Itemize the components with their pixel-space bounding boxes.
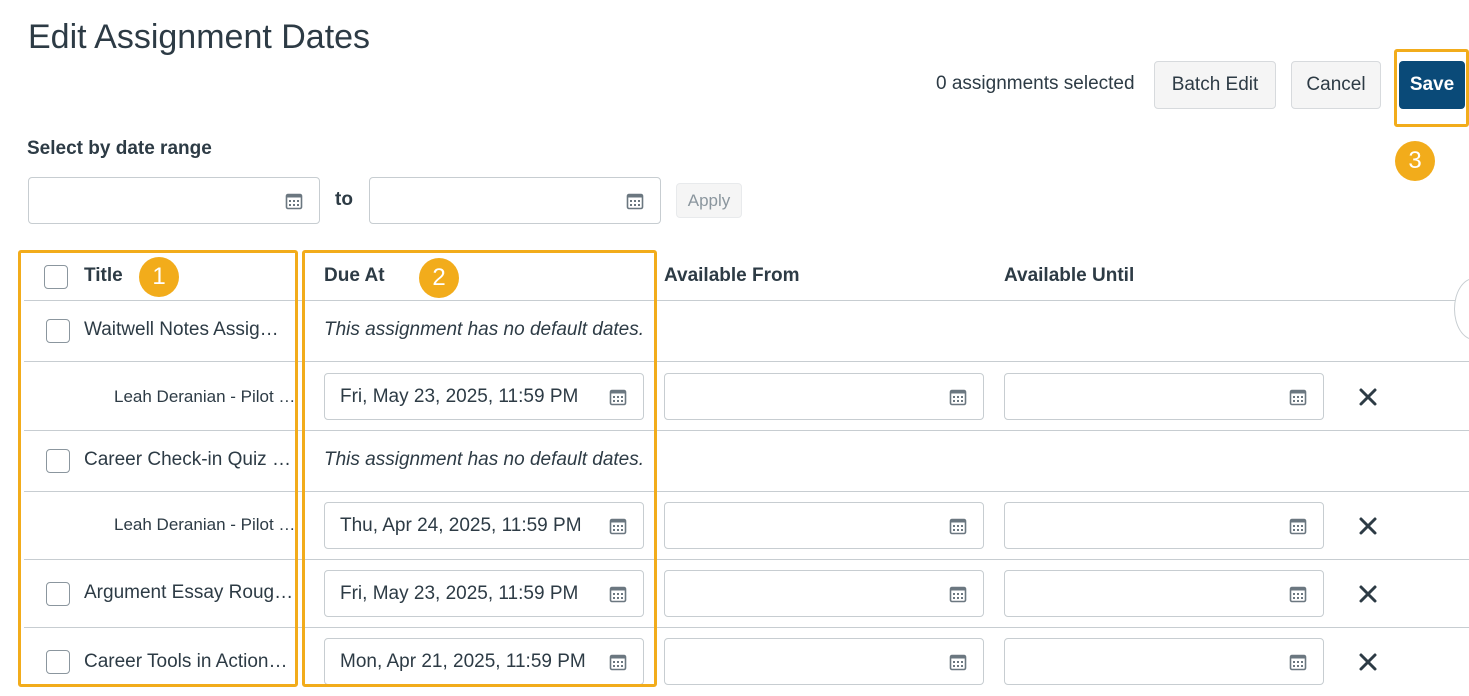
available-until-input[interactable] [1004, 373, 1324, 420]
due-at-value: Mon, Apr 21, 2025, 11:59 PM [340, 650, 586, 672]
select-all-checkbox[interactable] [44, 265, 68, 289]
close-icon[interactable] [1358, 584, 1378, 604]
assignment-title: Waitwell Notes Assig… [84, 319, 279, 340]
row-divider [24, 430, 1469, 431]
to-label: to [335, 189, 353, 210]
due-at-input[interactable]: Fri, May 23, 2025, 11:59 PM [324, 373, 644, 420]
due-at-value: Fri, May 23, 2025, 11:59 PM [340, 582, 579, 604]
close-icon[interactable] [1358, 652, 1378, 672]
step-badge-2: 2 [419, 258, 459, 298]
calendar-icon[interactable] [285, 192, 303, 210]
due-at-value: Thu, Apr 24, 2025, 11:59 PM [340, 514, 582, 536]
calendar-icon[interactable] [1289, 388, 1307, 406]
assignment-title: Career Check-in Quiz … [84, 449, 291, 470]
column-header-title[interactable]: Title [84, 265, 123, 287]
no-default-dates-note: This assignment has no default dates. [324, 319, 645, 340]
range-start-input[interactable] [28, 177, 320, 224]
row-divider [24, 627, 1469, 628]
available-from-input[interactable] [664, 570, 984, 617]
due-at-input[interactable]: Thu, Apr 24, 2025, 11:59 PM [324, 502, 644, 549]
calendar-icon[interactable] [949, 653, 967, 671]
due-at-input[interactable]: Mon, Apr 21, 2025, 11:59 PM [324, 638, 644, 685]
row-divider [24, 559, 1469, 560]
cancel-button[interactable]: Cancel [1291, 61, 1381, 109]
row-checkbox[interactable] [46, 582, 70, 606]
row-checkbox[interactable] [46, 449, 70, 473]
close-icon[interactable] [1358, 387, 1378, 407]
calendar-icon[interactable] [949, 585, 967, 603]
save-button[interactable]: Save [1399, 61, 1465, 109]
available-until-input[interactable] [1004, 638, 1324, 685]
available-until-input[interactable] [1004, 502, 1324, 549]
step-badge-1: 1 [139, 257, 179, 297]
override-title: Leah Deranian - Pilot … [114, 387, 296, 406]
calendar-icon[interactable] [609, 517, 627, 535]
apply-button[interactable]: Apply [676, 183, 742, 218]
batch-edit-button[interactable]: Batch Edit [1154, 61, 1276, 109]
calendar-icon[interactable] [1289, 585, 1307, 603]
page-title: Edit Assignment Dates [28, 18, 371, 56]
calendar-icon[interactable] [609, 653, 627, 671]
available-from-input[interactable] [664, 638, 984, 685]
assignment-title: Career Tools in Action… [84, 651, 288, 672]
calendar-icon[interactable] [609, 585, 627, 603]
row-checkbox[interactable] [46, 650, 70, 674]
due-at-input[interactable]: Fri, May 23, 2025, 11:59 PM [324, 570, 644, 617]
calendar-icon[interactable] [1289, 517, 1307, 535]
side-panel-toggle[interactable] [1454, 278, 1469, 340]
override-title: Leah Deranian - Pilot … [114, 515, 296, 534]
assignment-title: Argument Essay Roug… [84, 582, 294, 603]
row-checkbox[interactable] [46, 319, 70, 343]
step-badge-3: 3 [1395, 141, 1435, 181]
date-range-label: Select by date range [27, 138, 212, 159]
selected-count: 0 assignments selected [936, 73, 1135, 94]
available-from-input[interactable] [664, 502, 984, 549]
close-icon[interactable] [1358, 516, 1378, 536]
calendar-icon[interactable] [949, 388, 967, 406]
due-at-value: Fri, May 23, 2025, 11:59 PM [340, 385, 579, 407]
column-header-due-at[interactable]: Due At [324, 265, 385, 287]
row-divider [24, 361, 1469, 362]
column-header-available-until[interactable]: Available Until [1004, 265, 1134, 287]
no-default-dates-note: This assignment has no default dates. [324, 449, 645, 470]
available-from-input[interactable] [664, 373, 984, 420]
row-divider [24, 491, 1469, 492]
calendar-icon[interactable] [609, 388, 627, 406]
range-end-input[interactable] [369, 177, 661, 224]
column-header-available-from[interactable]: Available From [664, 265, 800, 287]
calendar-icon[interactable] [1289, 653, 1307, 671]
available-until-input[interactable] [1004, 570, 1324, 617]
calendar-icon[interactable] [949, 517, 967, 535]
calendar-icon[interactable] [626, 192, 644, 210]
header-divider [24, 300, 1469, 301]
